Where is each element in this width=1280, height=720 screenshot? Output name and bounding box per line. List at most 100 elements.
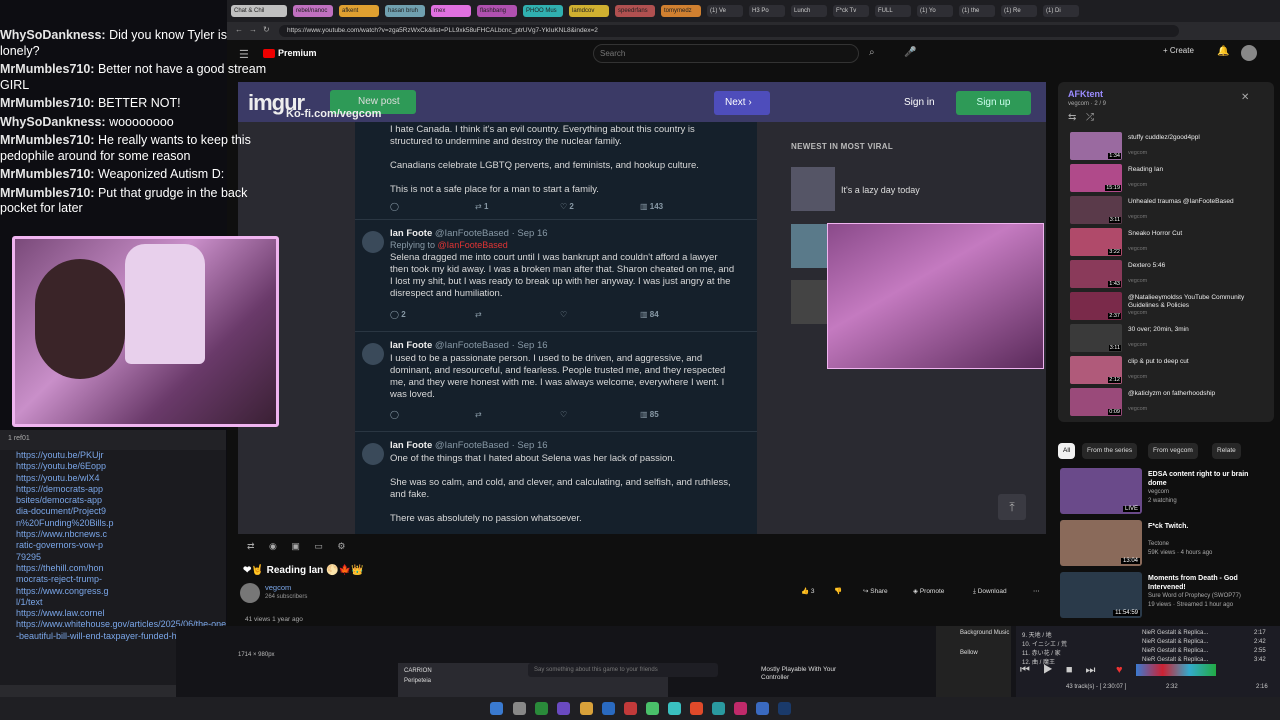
browser-tab[interactable]: (1) the [959,5,995,17]
create-button[interactable]: + Create [1163,46,1194,55]
retweet-icon: ⇄ 1 [475,202,489,211]
link-item[interactable]: https://thehill.com/hon [0,563,226,574]
app-icon[interactable] [557,702,570,715]
link-item[interactable]: https://youtu.be/6Eopp [0,461,226,472]
playlist-item[interactable]: 3:11 30 over; 20min, 3min vegcom [1068,324,1268,352]
more-button[interactable]: ⋯ [1033,585,1040,599]
avatar[interactable] [1241,45,1257,61]
filter-chip[interactable]: Relate [1212,443,1241,459]
start-icon[interactable] [490,702,503,715]
video-player[interactable]: imgur New post Ko-fi.com/vegcom Next › S… [238,82,1046,534]
music-track-row[interactable]: 11. 赤い花 / 家 NieR Gestalt & Replica... 2:55 [1022,648,1274,657]
browser-tab[interactable]: hasan bruh [385,5,425,17]
link-item[interactable]: https://democrats-app [0,484,226,495]
link-item[interactable]: ratic-governors-vow-p [0,540,226,551]
browser-tab[interactable]: Chat & Chil [231,5,287,17]
shuffle-icon[interactable]: ⤮ [1086,112,1094,123]
browser-tab[interactable]: afkent [339,5,379,17]
search-icon[interactable]: ⌕ [869,47,875,58]
filter-chip[interactable]: All [1058,443,1076,459]
url-field[interactable]: https://www.youtube.com/watch?v=zga5RzWx… [279,25,1179,37]
browser-tab[interactable]: mex [431,5,471,17]
link-item[interactable]: mocrats-reject-trump- [0,574,226,585]
app-icon[interactable] [712,702,725,715]
app-icon[interactable] [668,702,681,715]
app-icon[interactable] [535,702,548,715]
browser-tab[interactable]: (1) Re [1001,5,1037,17]
link-item[interactable]: https://youtu.be/wlX4 [0,473,226,484]
music-heart-icon[interactable]: ♥ [1116,664,1123,676]
music-controls[interactable]: ⏮ ▶ ■ ⏭ [1020,664,1100,677]
playlist-item[interactable]: 2:12 clip & put to deep cut vegcom [1068,356,1268,384]
search-input[interactable]: Search [593,44,859,63]
browser-tab[interactable]: H3 Po [749,5,785,17]
app-icon[interactable] [690,702,703,715]
browser-tab[interactable]: (1) Ve [707,5,743,17]
playlist-item[interactable]: 1:43 Dextero 5:46 vegcom [1068,260,1268,288]
playlist-item[interactable]: 1:34 stuffy cuddlez/2good4ppl vegcom [1068,132,1268,160]
download-button[interactable]: ⤓ Download [973,585,1007,599]
channel-avatar[interactable] [240,583,260,603]
browser-tab[interactable]: tomymedz [661,5,701,17]
browser-tab[interactable]: (1) Di [1043,5,1079,17]
tweet-line: structured to undermine and destroy the … [390,136,622,147]
recommended-video[interactable]: LIVE EDSA content right to ur brain dome v… [1058,468,1274,514]
filter-chip[interactable]: From vegcom [1148,443,1198,459]
recommended-video[interactable]: 13:04 F*ck Twitch. Tectone 59K views · 4 ho… [1058,520,1274,566]
loop-icon[interactable]: ⇆ [1068,112,1076,123]
browser-tab[interactable]: Lunch [791,5,827,17]
dislike-button[interactable]: 👎 [834,585,842,599]
search-icon[interactable] [513,702,526,715]
playlist-item[interactable]: 0:09 @katiclyzm on fatherhoodship vegcom [1068,388,1268,416]
link-item[interactable]: bsites/democrats-app [0,495,226,506]
link-item[interactable]: dia-document/Project9 [0,506,226,517]
browser-tab[interactable]: rebel/nanoc [293,5,333,17]
mic-icon[interactable]: 🎤 [904,47,916,58]
like-count: 2 [569,202,574,211]
game-say-input[interactable]: Say something about this game to your fr… [528,663,718,677]
close-icon[interactable]: ✕ [1241,92,1249,103]
app-icon[interactable] [734,702,747,715]
rec-thumb: 13:04 [1060,520,1142,566]
filter-chip[interactable]: From the series [1082,443,1138,459]
playlist-item[interactable]: 3:22 Sneako Horror Cut vegcom [1068,228,1268,256]
like-button[interactable]: 👍 3 [801,585,815,599]
browser-tab[interactable]: flashbang [477,5,517,17]
youtube-logo[interactable]: Premium [263,48,317,59]
browser-tab[interactable]: FULL [875,5,911,17]
browser-tab[interactable]: speedrfans [615,5,655,17]
playlist-item[interactable]: 3:11 Unhealed traumas @IanFooteBased vegco… [1068,196,1268,224]
channel-name[interactable]: vegcom [265,583,291,592]
link-item[interactable]: l/1/text [0,597,226,608]
share-button[interactable]: ↪ Share [863,585,888,599]
edge-icon[interactable] [602,702,615,715]
recommended-video[interactable]: 11:54:59 Moments from Death - God Interve… [1058,572,1274,618]
music-track-row[interactable]: 9. 天地 / 地 NieR Gestalt & Replica... 2:17 [1022,630,1274,639]
browser-tab[interactable]: lamdcov [569,5,609,17]
browser-tab[interactable]: (1) Yo [917,5,953,17]
browser-tab[interactable]: PHOO Mus [523,5,563,17]
browser-tab[interactable]: F*ck Tv [833,5,869,17]
playlist-title[interactable]: AFKtent [1068,89,1103,99]
link-item[interactable]: 79295 [0,552,226,563]
link-item[interactable]: https://www.congress.g [0,586,226,597]
link-item[interactable]: https://www.law.cornel [0,608,226,619]
app-icon[interactable] [646,702,659,715]
game-name[interactable]: CARRION [404,668,432,674]
app-icon[interactable] [624,702,637,715]
rec-channel: Tectone [1148,541,1170,547]
link-item[interactable]: n%20Funding%20Bills.p [0,518,226,529]
promote-button[interactable]: ◈ Promote [913,585,944,599]
link-item[interactable]: https://youtu.be/PKUjr [0,450,226,461]
playlist-item[interactable]: 2:37 @Natalieeymoldss YouTube Community G… [1068,292,1268,320]
link-item[interactable]: https://www.nbcnews.c [0,529,226,540]
steam-icon[interactable] [778,702,791,715]
bell-icon[interactable]: 🔔 [1217,46,1229,57]
playlist-item[interactable]: 15:19 Reading Ian vegcom [1068,164,1268,192]
taskbar [0,697,1280,720]
chat-username: WhySoDankness: [0,28,106,42]
player-controls[interactable]: ⇄ ◉ ▣ ▭ ⚙ [247,541,351,552]
music-track-row[interactable]: 10. イニシエ / 荒 NieR Gestalt & Replica... 2:4… [1022,639,1274,648]
folder-icon[interactable] [580,702,593,715]
app-icon[interactable] [756,702,769,715]
